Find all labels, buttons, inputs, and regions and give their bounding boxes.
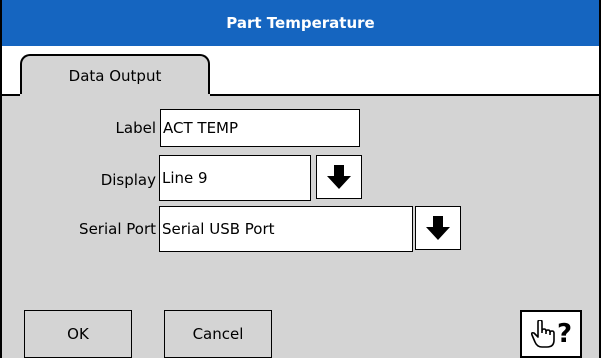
cancel-button[interactable]: Cancel bbox=[164, 310, 272, 358]
tab-label: Data Output bbox=[68, 67, 162, 85]
display-select[interactable]: Line 9 bbox=[159, 155, 311, 201]
panel-border bbox=[210, 94, 599, 96]
tab-data-output[interactable]: Data Output bbox=[20, 54, 210, 96]
display-dropdown-button[interactable] bbox=[316, 155, 362, 199]
help-question-mark: ? bbox=[556, 319, 573, 349]
help-button[interactable]: ? bbox=[520, 310, 582, 358]
serial-port-dropdown-button[interactable] bbox=[415, 206, 461, 250]
arrow-down-icon bbox=[426, 216, 450, 240]
arrow-down-icon bbox=[327, 165, 351, 189]
dialog-window: Part Temperature Data Output Label ACT T… bbox=[0, 0, 601, 358]
serial-port-select[interactable]: Serial USB Port bbox=[159, 206, 413, 252]
title-bar: Part Temperature bbox=[2, 0, 599, 46]
ok-button[interactable]: OK bbox=[24, 310, 132, 358]
pointing-hand-icon bbox=[530, 320, 555, 348]
panel-border bbox=[2, 94, 20, 96]
label-caption: Label bbox=[115, 119, 156, 137]
label-input[interactable]: ACT TEMP bbox=[160, 109, 360, 147]
window-title: Part Temperature bbox=[226, 14, 375, 32]
serial-port-caption: Serial Port bbox=[79, 220, 156, 238]
display-caption: Display bbox=[100, 171, 156, 189]
tab-strip: Data Output bbox=[2, 46, 599, 96]
